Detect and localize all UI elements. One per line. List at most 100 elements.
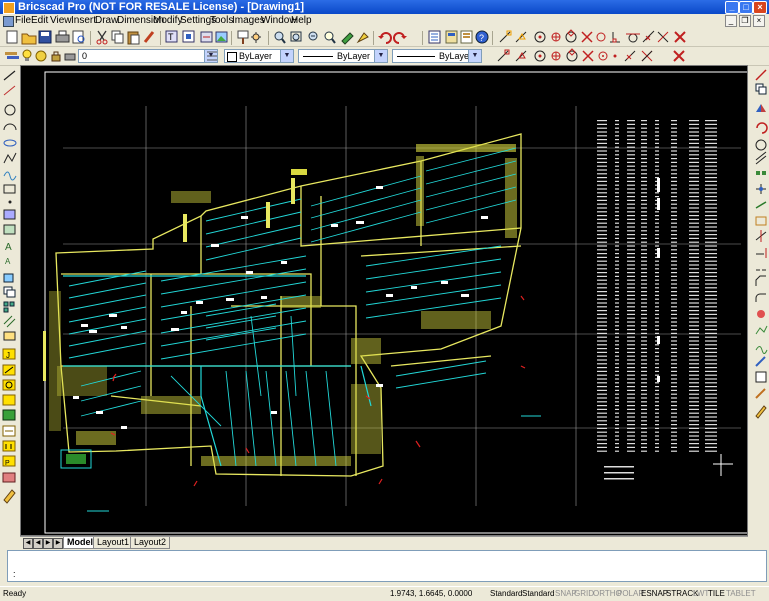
layer-value: 0 <box>82 51 88 61</box>
status-toggle-lwt[interactable]: LWT <box>693 589 709 599</box>
schedule-cell <box>641 135 647 137</box>
schedule-cell <box>641 249 647 251</box>
schedule-cell <box>615 427 619 429</box>
menu-insert[interactable]: Insert <box>71 14 96 27</box>
schedule-cell <box>655 154 659 156</box>
schedule-cell <box>671 298 677 300</box>
schedule-cell <box>615 291 619 293</box>
schedule-cell <box>597 180 607 182</box>
menu-tools[interactable]: Tools <box>210 14 233 27</box>
status-textstyle[interactable]: Standard <box>490 589 522 599</box>
schedule-cell <box>671 374 677 376</box>
next-tab-button[interactable]: ▶ <box>43 538 53 549</box>
schedule-cell <box>689 306 699 308</box>
schedule-cell <box>641 142 647 144</box>
schedule-cell <box>597 427 607 429</box>
tab-layout1[interactable]: Layout1 <box>93 537 134 549</box>
status-toggle-tablet[interactable]: TABLET <box>726 589 756 599</box>
linetype-combo[interactable]: ByLayer ▼ <box>298 49 388 63</box>
schedule-cell <box>689 154 699 156</box>
document-icon[interactable] <box>3 16 14 27</box>
schedule-cell <box>627 439 635 441</box>
plot-icon <box>64 53 76 61</box>
layer-prev-icon[interactable] <box>203 47 221 65</box>
schedule-cell <box>597 344 607 346</box>
schedule-cell <box>689 199 699 201</box>
schedule-cell <box>597 165 607 167</box>
zoom-extents-icon <box>324 31 336 44</box>
status-toggle-tile[interactable]: TILE <box>708 589 725 599</box>
schedule-cell <box>671 275 677 277</box>
dimension-icon: J <box>2 348 16 360</box>
snap-quadrant-icon <box>566 48 578 62</box>
status-dimstyle[interactable]: Standard <box>522 589 554 599</box>
maximize-button[interactable]: □ <box>739 1 753 14</box>
schedule-cell <box>671 340 677 342</box>
menu-help[interactable]: Help <box>291 14 312 27</box>
command-line[interactable]: : <box>7 550 767 582</box>
schedule-cell <box>641 408 647 410</box>
schedule-cell <box>615 439 619 441</box>
schedule-cell <box>615 222 619 224</box>
menu-file[interactable]: File <box>15 14 31 27</box>
schedule-cell <box>705 408 717 410</box>
status-toggle-grid[interactable]: GRID <box>574 589 594 599</box>
schedule-cell <box>641 329 647 331</box>
lineweight-combo[interactable]: ByLayer ▼ <box>392 49 482 63</box>
schedule-cell <box>597 146 607 148</box>
schedule-cell <box>671 142 677 144</box>
menu-view[interactable]: View <box>50 14 72 27</box>
schedule-cell <box>689 135 699 137</box>
doc-minimize-button[interactable]: _ <box>725 15 737 27</box>
tab-layout2[interactable]: Layout2 <box>130 537 171 549</box>
drawing-canvas[interactable] <box>20 65 748 536</box>
schedule-cell <box>671 256 677 258</box>
schedule-cell <box>597 310 607 312</box>
schedule-cell <box>655 161 659 163</box>
menu-modify[interactable]: Modify <box>153 14 182 27</box>
close-button[interactable]: × <box>753 1 767 14</box>
chevron-down-icon[interactable]: ▼ <box>280 50 293 62</box>
layer-combo[interactable]: 0 ▼ <box>78 49 218 63</box>
ellipse-icon <box>3 139 17 147</box>
schedule-cell <box>689 127 699 129</box>
schedule-cell <box>689 313 699 315</box>
first-tab-button[interactable]: ◀ <box>23 538 33 549</box>
schedule-cell <box>627 275 635 277</box>
schedule-cell <box>705 332 717 334</box>
dim-continue-icon: P <box>2 455 16 467</box>
schedule-cell <box>689 317 699 319</box>
extend-icon <box>756 248 767 258</box>
schedule-cell <box>655 192 659 194</box>
schedule-cell <box>689 397 699 399</box>
doc-close-button[interactable]: × <box>753 15 765 27</box>
chevron-down-icon[interactable]: ▼ <box>468 50 481 62</box>
schedule-cell <box>627 363 635 365</box>
menu-images[interactable]: Images <box>232 14 265 27</box>
schedule-cell <box>705 313 717 315</box>
mtext-icon: A <box>5 257 11 266</box>
hatch-speckles <box>49 144 517 466</box>
chevron-down-icon[interactable]: ▼ <box>374 50 387 62</box>
doc-restore-button[interactable]: ❐ <box>739 15 751 27</box>
schedule-cell <box>689 359 699 361</box>
schedule-cell <box>627 142 635 144</box>
schedule-cell <box>627 291 635 293</box>
ucs-marker <box>713 454 733 476</box>
status-toggle-esnap[interactable]: ESNAP <box>641 589 668 599</box>
line-icon <box>3 70 16 81</box>
match-properties-icon <box>755 388 766 399</box>
schedule-cell <box>641 237 647 239</box>
menu-edit[interactable]: Edit <box>31 14 48 27</box>
tab-model[interactable]: Model <box>63 537 97 549</box>
last-tab-button[interactable]: ▶ <box>53 538 63 549</box>
schedule-cell <box>655 302 659 304</box>
move-icon <box>756 184 766 194</box>
color-combo[interactable]: ByLayer ▼ <box>224 49 294 63</box>
prev-tab-button[interactable]: ◀ <box>33 538 43 549</box>
schedule-cell <box>627 215 635 217</box>
schedule-cell <box>597 355 607 357</box>
menu-draw[interactable]: Draw <box>95 14 118 27</box>
minimize-button[interactable]: _ <box>725 1 739 14</box>
schedule-cell <box>627 294 635 296</box>
